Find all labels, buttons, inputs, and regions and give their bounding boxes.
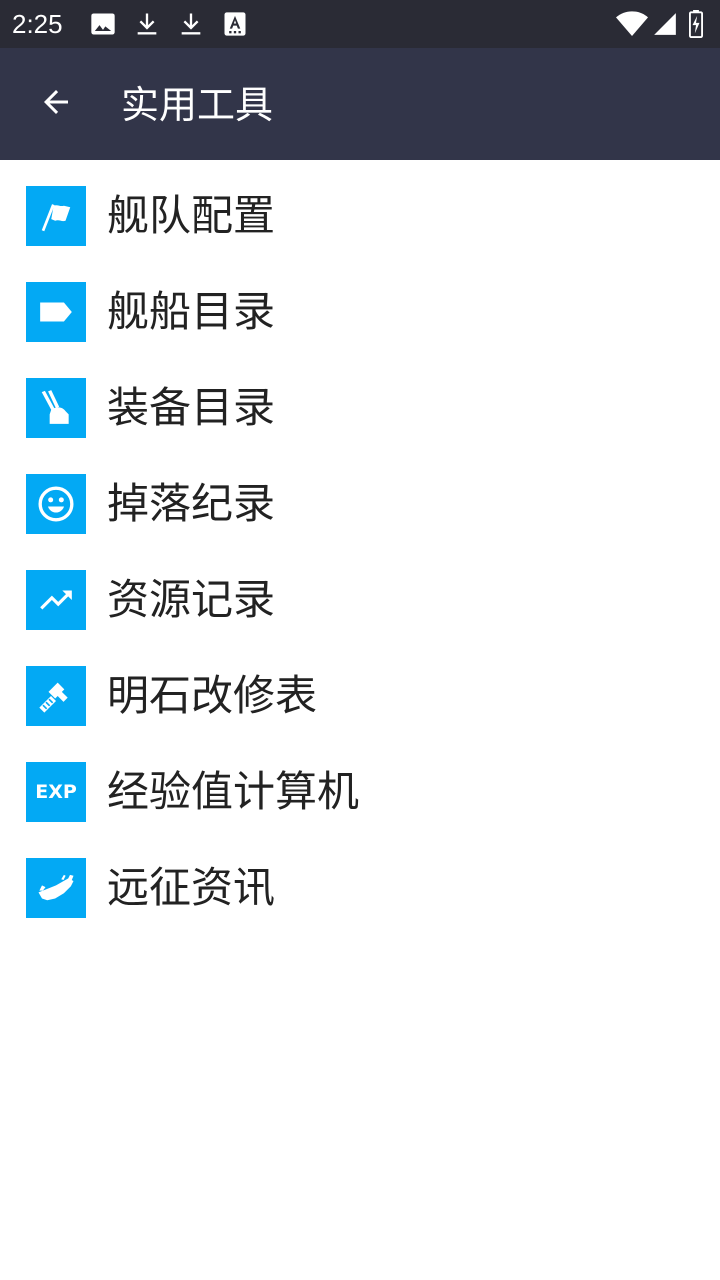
trending-up-icon	[26, 570, 86, 630]
menu-item-expedition-info[interactable]: 远征资讯	[0, 832, 720, 928]
wrench-icon	[26, 666, 86, 726]
flag-icon	[26, 186, 86, 246]
wifi-icon	[616, 10, 648, 38]
exp-icon: EXP	[26, 762, 86, 822]
status-bar: 2:25	[0, 0, 720, 48]
menu-item-label: 舰船目录	[107, 287, 276, 336]
menu-item-label: 掉落纪录	[107, 479, 276, 528]
download-icon	[133, 10, 161, 38]
download-icon	[177, 10, 205, 38]
tools-list: 舰队配置 舰船目录 装备目录 掉落纪录 资源记录 明石改修表 EXP 经验值计算…	[0, 160, 720, 928]
arrow-back-icon	[38, 84, 74, 124]
menu-item-fleet-config[interactable]: 舰队配置	[0, 160, 720, 256]
menu-item-ship-catalog[interactable]: 舰船目录	[0, 256, 720, 352]
exp-icon-text: EXP	[35, 781, 77, 803]
menu-item-drop-records[interactable]: 掉落纪录	[0, 448, 720, 544]
menu-item-label: 经验值计算机	[107, 767, 360, 816]
app-bar: 实用工具	[0, 48, 720, 160]
menu-item-resource-records[interactable]: 资源记录	[0, 544, 720, 640]
menu-item-label: 装备目录	[107, 383, 276, 432]
brush-icon	[26, 378, 86, 438]
menu-item-exp-calculator[interactable]: EXP 经验值计算机	[0, 736, 720, 832]
status-time: 2:25	[12, 9, 63, 39]
font-download-icon	[221, 10, 249, 38]
smiley-face-icon	[26, 474, 86, 534]
menu-item-label: 明石改修表	[107, 671, 318, 720]
image-icon	[89, 10, 117, 38]
battery-charging-icon	[687, 10, 705, 39]
ship-icon	[26, 858, 86, 918]
cell-signal-icon	[652, 10, 680, 38]
menu-item-label: 舰队配置	[107, 191, 276, 240]
label-tag-icon	[26, 282, 86, 342]
page-title: 实用工具	[121, 83, 274, 127]
menu-item-akashi-improvement[interactable]: 明石改修表	[0, 640, 720, 736]
menu-item-equipment-catalog[interactable]: 装备目录	[0, 352, 720, 448]
menu-item-label: 远征资讯	[107, 863, 276, 912]
back-button[interactable]	[24, 72, 88, 136]
menu-item-label: 资源记录	[107, 575, 276, 624]
